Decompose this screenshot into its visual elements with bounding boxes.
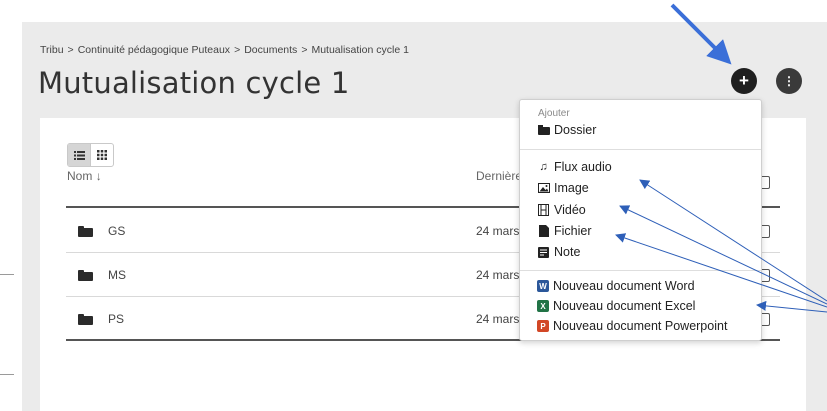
annotation-arrow-file bbox=[615, 233, 827, 308]
annotation-arrow-big bbox=[670, 3, 732, 65]
annotation-arrow-audio bbox=[639, 179, 827, 302]
annotation-arrow-video bbox=[619, 205, 827, 305]
annotation-arrow-office bbox=[756, 300, 827, 313]
annotation-arrows bbox=[615, 3, 827, 313]
